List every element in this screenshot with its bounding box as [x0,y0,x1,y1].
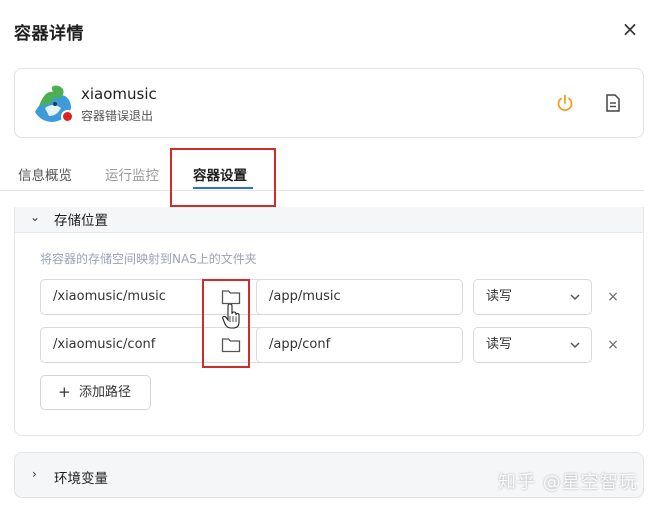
tab-overview[interactable]: 信息概览 [18,164,72,184]
power-icon[interactable] [555,93,575,113]
chevron-right-icon: › [32,467,37,481]
document-icon[interactable] [605,94,621,112]
storage-section: ⌄ 存储位置 将容器的存储空间映射到NAS上的文件夹 /xiaomusic/mu… [14,207,644,436]
app-name: xiaomusic [81,85,157,103]
remove-mount-button[interactable]: × [607,338,619,352]
app-card: xiaomusic 容器错误退出 [14,68,644,138]
tab-bar: 信息概览 运行监控 容器设置 [0,150,644,191]
chevron-down-icon [570,294,580,301]
app-status: 容器错误退出 [81,109,154,123]
chevron-down-icon: ⌄ [30,210,41,224]
container-path-field[interactable]: /app/music [256,279,463,315]
env-section-title: 环境变量 [54,471,108,487]
add-path-button[interactable]: + 添加路径 [40,375,151,410]
container-path-field[interactable]: /app/conf [256,327,463,363]
storage-description: 将容器的存储空间映射到NAS上的文件夹 [40,252,257,266]
status-error-dot [61,110,74,123]
hand-cursor-icon [222,304,240,329]
remove-mount-button[interactable]: × [607,290,619,304]
dialog-title: 容器详情 [14,24,84,44]
mode-select-value: 读写 [486,337,513,352]
close-icon[interactable]: × [620,18,640,40]
add-path-label: 添加路径 [79,385,132,400]
plus-icon: + [58,383,71,401]
watermark: 知乎 @星空智玩 [498,472,638,493]
storage-section-title: 存储位置 [54,213,108,229]
storage-section-header[interactable]: ⌄ 存储位置 [15,207,643,233]
chevron-down-icon [570,342,580,349]
tab-monitor[interactable]: 运行监控 [105,164,159,184]
highlight-box-tab [170,148,276,207]
mode-select[interactable]: 读写 [473,327,592,363]
mode-select-value: 读写 [486,289,513,304]
mode-select[interactable]: 读写 [473,279,592,315]
